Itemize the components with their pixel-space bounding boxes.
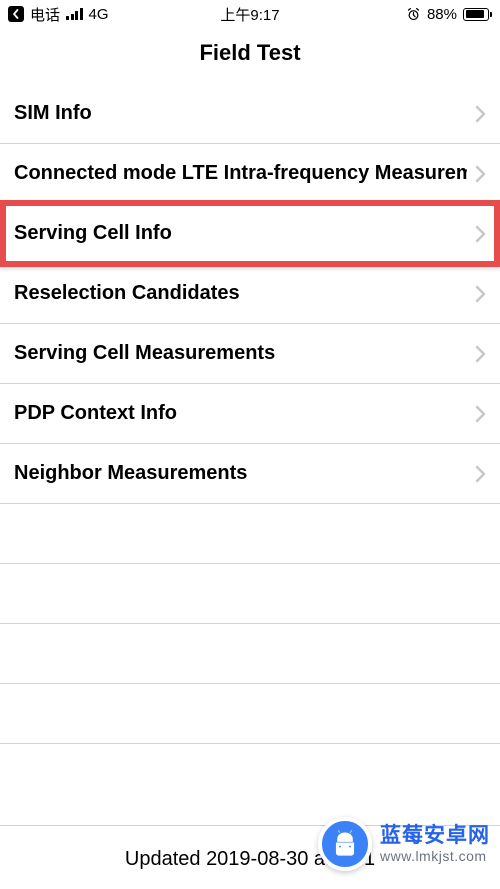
chevron-right-icon [475,465,486,483]
chevron-right-icon [475,345,486,363]
chevron-right-icon [475,165,486,183]
watermark-title: 蓝莓安卓网 [380,824,490,848]
chevron-right-icon [475,105,486,123]
chevron-right-icon [475,405,486,423]
row-sim-info[interactable]: SIM Info [0,84,500,144]
row-reselection-candidates[interactable]: Reselection Candidates [0,264,500,324]
row-label: Neighbor Measurements [14,462,247,485]
row-label: Connected mode LTE Intra-frequency Measu… [14,162,467,185]
row-label: Reselection Candidates [14,282,240,305]
back-indicator-icon[interactable] [8,6,24,22]
row-neighbor-measurements[interactable]: Neighbor Measurements [0,444,500,504]
chevron-right-icon [475,225,486,243]
row-empty [0,564,500,624]
battery-percent: 88% [427,6,457,23]
page-title: Field Test [0,28,500,84]
chevron-right-icon [475,285,486,303]
alarm-icon [406,7,421,22]
row-serving-cell-info[interactable]: Serving Cell Info [0,204,500,264]
status-time: 上午9:17 [220,4,279,25]
battery-icon [463,8,492,21]
row-serving-cell-measurements[interactable]: Serving Cell Measurements [0,324,500,384]
status-right: 88% [406,6,492,23]
status-left: 电话 4G [8,4,109,25]
menu-list: SIM Info Connected mode LTE Intra-freque… [0,84,500,744]
row-pdp-context-info[interactable]: PDP Context Info [0,384,500,444]
row-empty [0,624,500,684]
status-bar: 电话 4G 上午9:17 88% [0,0,500,28]
watermark: 蓝莓安卓网 www.lmkjst.com [318,817,490,871]
signal-icon [66,8,83,20]
row-empty [0,684,500,744]
row-empty [0,504,500,564]
row-label: SIM Info [14,102,92,125]
row-connected-mode[interactable]: Connected mode LTE Intra-frequency Measu… [0,144,500,204]
row-label: Serving Cell Info [14,222,172,245]
network-label: 4G [89,6,109,23]
watermark-text: 蓝莓安卓网 www.lmkjst.com [380,824,490,864]
row-label: PDP Context Info [14,402,177,425]
watermark-logo-icon [318,817,372,871]
watermark-url: www.lmkjst.com [380,848,490,864]
carrier-label: 电话 [30,4,60,25]
row-label: Serving Cell Measurements [14,342,275,365]
